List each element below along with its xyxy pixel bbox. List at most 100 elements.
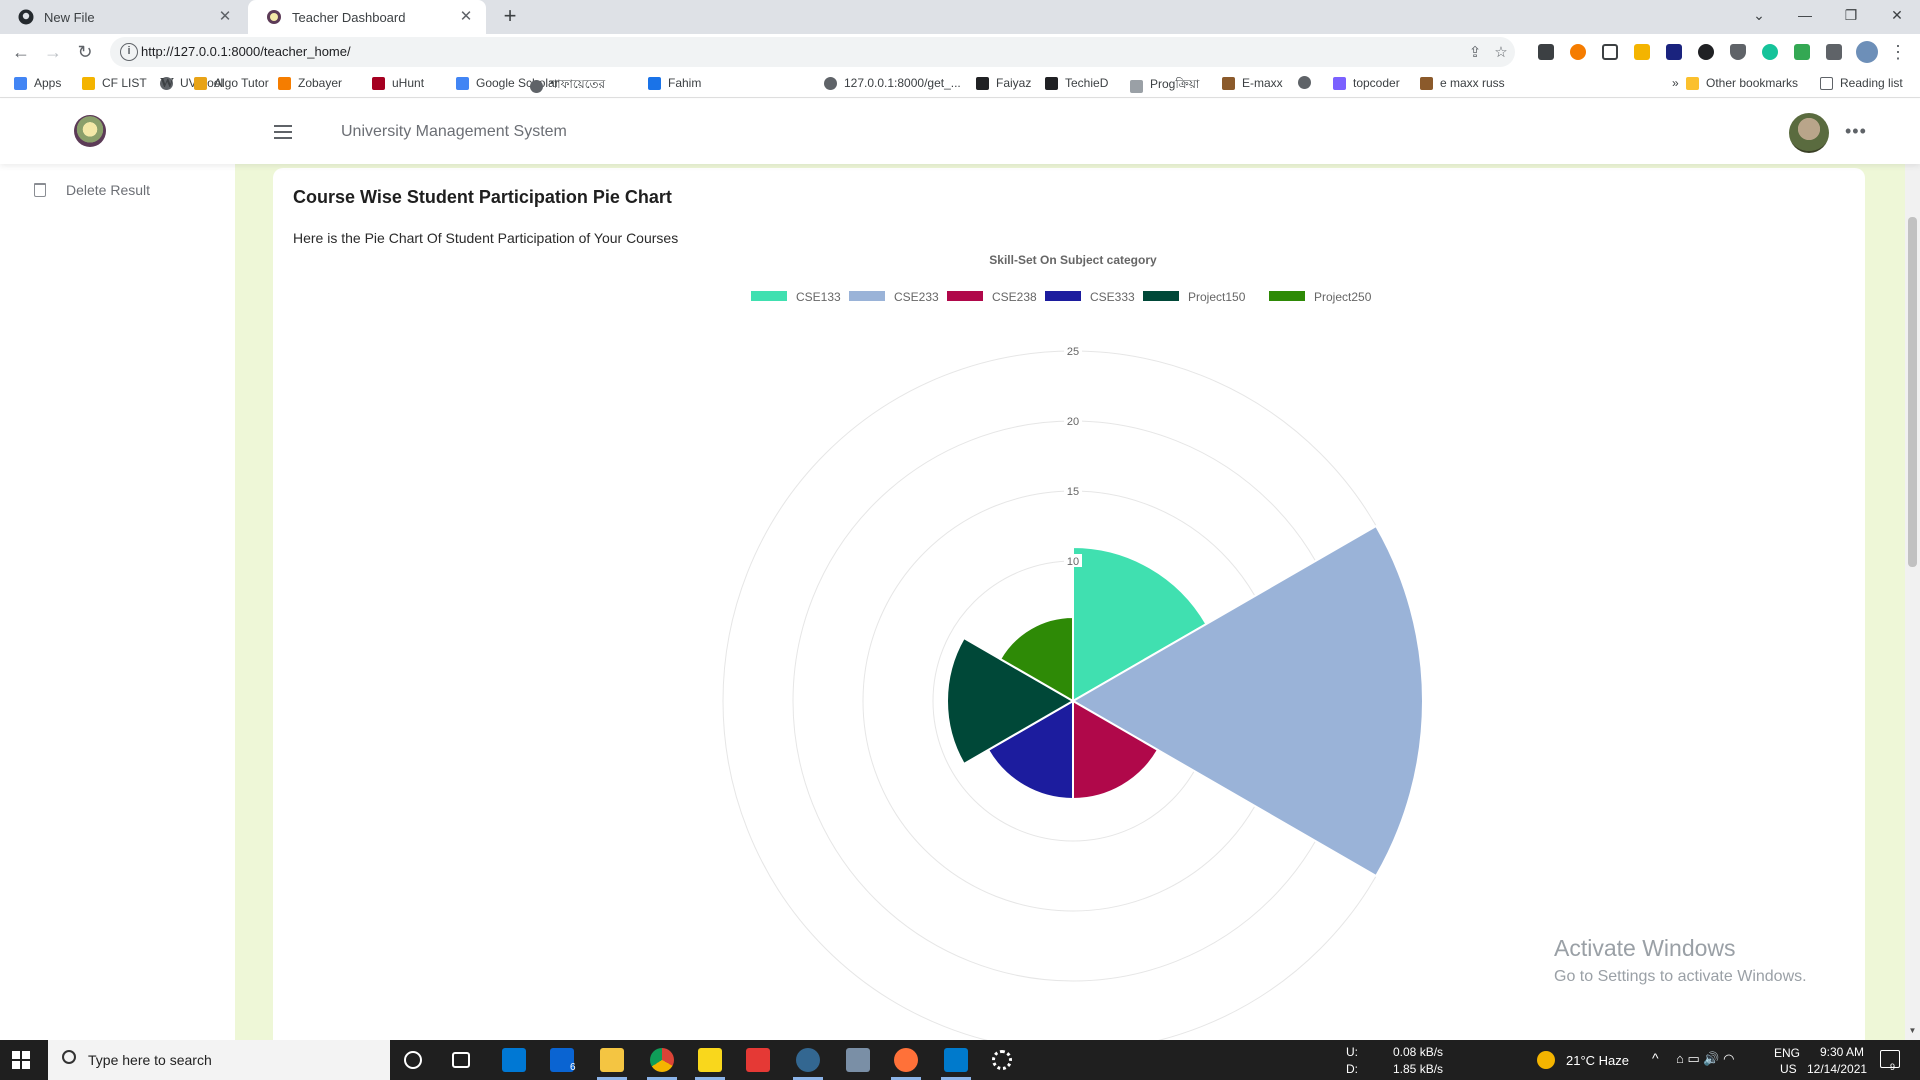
avatar[interactable]: [1789, 113, 1829, 153]
bookmark-star-icon[interactable]: ☆: [1492, 44, 1510, 62]
extension-icon[interactable]: [1698, 44, 1714, 60]
legend-item-cse133[interactable]: CSE133: [751, 290, 841, 304]
legend-item-cse333[interactable]: CSE333: [1045, 290, 1135, 304]
bookmark-item[interactable]: [1298, 76, 1318, 89]
chevron-up-icon[interactable]: ^: [1652, 1050, 1659, 1066]
legend-item-cse238[interactable]: CSE238: [947, 290, 1037, 304]
sidebar-item-label: Delete Result: [66, 182, 151, 198]
extension-icon[interactable]: [1666, 44, 1682, 60]
clock-time[interactable]: 9:30 AM: [1820, 1045, 1864, 1059]
chart-title: Skill-Set On Subject category: [989, 253, 1157, 267]
settings-gear-icon[interactable]: [992, 1050, 1012, 1070]
folder-icon: [1686, 76, 1699, 90]
puzzle-icon[interactable]: [1826, 44, 1842, 60]
extension-icon[interactable]: [1634, 44, 1650, 60]
extension-icon[interactable]: [1570, 44, 1586, 60]
wikipedia-icon[interactable]: W: [160, 76, 174, 92]
weather-icon[interactable]: [1537, 1051, 1555, 1069]
minimize-button[interactable]: —: [1782, 0, 1828, 30]
extension-icon[interactable]: [1538, 44, 1554, 60]
bookmark-item[interactable]: Zobayer: [278, 76, 342, 90]
app-title: University Management System: [341, 123, 567, 140]
browser-toolbar: ← → ↻ i http://127.0.0.1:8000/teacher_ho…: [0, 34, 1920, 70]
share-icon[interactable]: ⇪: [1466, 44, 1484, 62]
wps-office-icon[interactable]: [746, 1048, 770, 1072]
chrome-icon[interactable]: [650, 1048, 674, 1072]
url-text: http://127.0.0.1:8000/teacher_home/: [141, 44, 351, 59]
sidebar-item-delete-result[interactable]: Delete Result: [34, 182, 150, 198]
legend-item-project150[interactable]: Project150: [1143, 290, 1246, 304]
scrollbar-thumb[interactable]: [1908, 217, 1917, 567]
scroll-down-icon[interactable]: ▼: [1908, 1026, 1917, 1035]
layout-icon: [648, 76, 661, 90]
bookmark-item[interactable]: শাফায়েতের: [530, 76, 605, 96]
bookmark-item[interactable]: Faiyaz: [976, 76, 1031, 90]
activate-windows-watermark: Activate Windows Go to Settings to activ…: [1554, 935, 1807, 985]
mail-badge: 6: [570, 1062, 576, 1073]
windows-start-icon[interactable]: [12, 1051, 30, 1069]
legend-label: CSE133: [796, 290, 841, 304]
bookmark-item[interactable]: TechieD: [1045, 76, 1108, 90]
legend-swatch: [947, 291, 983, 301]
legend-item-cse233[interactable]: CSE233: [849, 290, 939, 304]
language-indicator[interactable]: ENG: [1774, 1046, 1800, 1060]
bookmark-item[interactable]: 127.0.0.1:8000/get_...: [824, 76, 961, 90]
app-icon[interactable]: [846, 1048, 870, 1072]
emaxx-icon: [1222, 76, 1235, 90]
bookmark-item[interactable]: e maxx russ: [1420, 76, 1505, 90]
kebab-menu-icon[interactable]: ⋮: [1886, 40, 1910, 64]
profile-avatar-icon[interactable]: [1856, 41, 1878, 63]
legend-swatch: [849, 291, 885, 301]
scholar-cap-icon: [456, 76, 469, 90]
grammarly-icon[interactable]: [1762, 44, 1778, 60]
restore-button[interactable]: ❐: [1828, 0, 1874, 30]
info-icon[interactable]: i: [120, 43, 138, 61]
player-icon[interactable]: [698, 1048, 722, 1072]
page-scrollbar[interactable]: ▲ ▼: [1905, 99, 1920, 1040]
close-icon[interactable]: ✕: [217, 9, 233, 25]
vscode-icon[interactable]: [944, 1048, 968, 1072]
bookmark-item[interactable]: Fahim: [648, 76, 701, 90]
tray-icons[interactable]: ⌂ ▭ 🔊 ◠: [1676, 1051, 1735, 1067]
topcoder-icon: [1333, 76, 1346, 90]
bookmark-item[interactable]: CF LIST: [82, 76, 147, 90]
bookmark-item[interactable]: Progক্রিয়া: [1130, 76, 1199, 96]
firefox-icon[interactable]: [894, 1048, 918, 1072]
tab-new-file[interactable]: New File ✕: [0, 0, 245, 34]
bookmark-item[interactable]: E-maxx: [1222, 76, 1283, 90]
legend-item-project250[interactable]: Project250: [1269, 290, 1372, 304]
cortana-icon[interactable]: [404, 1051, 422, 1069]
more-options-icon[interactable]: •••: [1845, 121, 1867, 142]
bookmark-item[interactable]: Apps: [14, 76, 61, 90]
taskbar-search-input[interactable]: Type here to search: [48, 1040, 390, 1080]
other-bookmarks[interactable]: Other bookmarks: [1686, 76, 1798, 90]
extension-icon[interactable]: [1602, 44, 1618, 60]
new-tab-button[interactable]: +: [498, 5, 522, 29]
university-logo[interactable]: [74, 115, 106, 147]
legend-label: CSE233: [894, 290, 939, 304]
address-bar[interactable]: i http://127.0.0.1:8000/teacher_home/ ⇪ …: [110, 37, 1515, 67]
windows-taskbar: Type here to search 6 U: D: 0.08 kB/s 1.…: [0, 1040, 1920, 1080]
extension-icon[interactable]: [1794, 44, 1810, 60]
reading-list[interactable]: Reading list: [1820, 76, 1903, 90]
close-window-button[interactable]: ✕: [1874, 0, 1920, 30]
tab-search-icon[interactable]: ⌄: [1736, 0, 1782, 30]
bookmark-overflow[interactable]: »: [1672, 76, 1679, 90]
reload-icon[interactable]: ↻: [73, 40, 97, 64]
tab-teacher-dashboard[interactable]: Teacher Dashboard ✕: [248, 0, 486, 34]
notification-badge: 9: [1890, 1062, 1896, 1072]
postgresql-icon[interactable]: [796, 1048, 820, 1072]
task-view-icon[interactable]: [452, 1052, 470, 1068]
legend-swatch: [751, 291, 787, 301]
bookmark-item[interactable]: topcoder: [1333, 76, 1400, 90]
close-icon[interactable]: ✕: [458, 9, 474, 25]
forward-arrow-icon[interactable]: →: [41, 40, 65, 64]
weather-text[interactable]: 21°C Haze: [1566, 1053, 1629, 1068]
file-explorer-icon[interactable]: [600, 1048, 624, 1072]
bookmark-item[interactable]: Algo Tutor: [194, 76, 269, 90]
shield-icon[interactable]: [1730, 44, 1746, 60]
bookmark-item[interactable]: uHunt: [372, 76, 424, 90]
hamburger-menu-icon[interactable]: [274, 125, 292, 139]
back-arrow-icon[interactable]: ←: [9, 40, 33, 64]
store-icon[interactable]: [502, 1048, 526, 1072]
